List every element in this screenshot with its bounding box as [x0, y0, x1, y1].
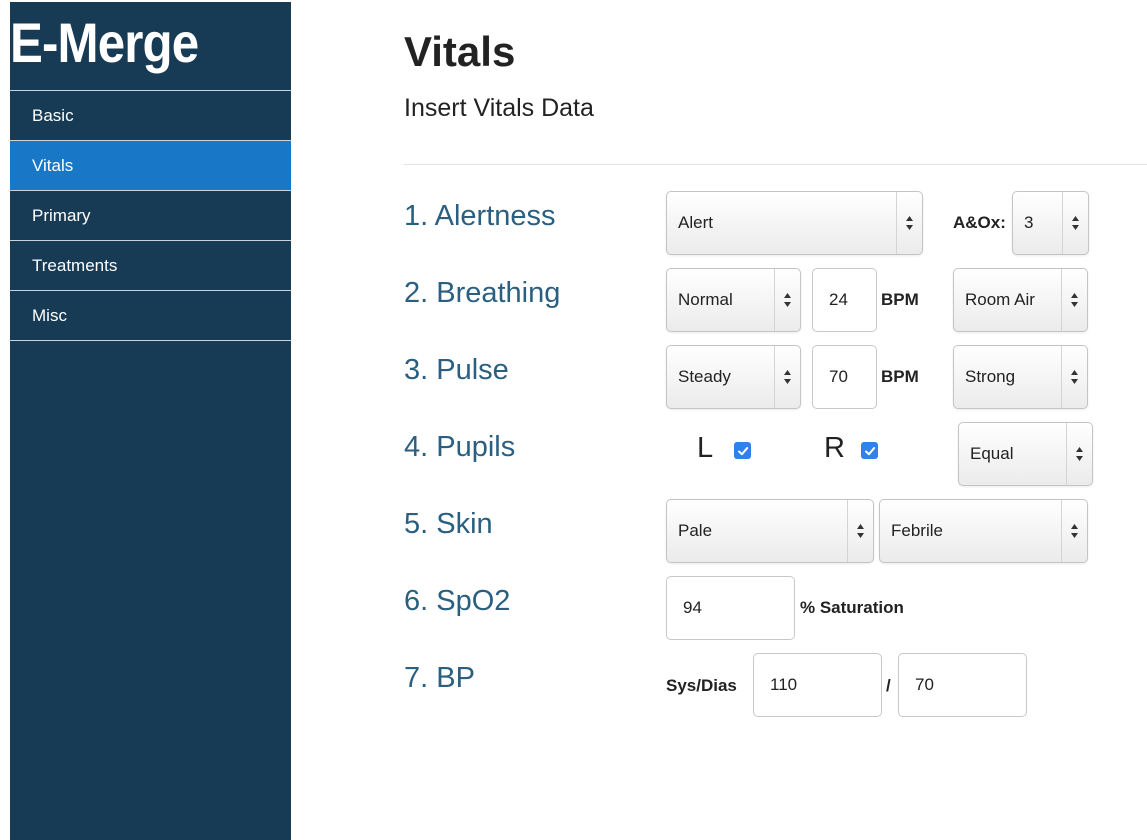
sidebar-item-primary[interactable]: Primary — [10, 191, 291, 241]
skin-color-value: Pale — [678, 521, 713, 540]
select-arrows-icon — [774, 346, 800, 408]
select-arrows-icon — [1066, 423, 1092, 485]
alertness-label: 1. Alertness — [404, 200, 556, 232]
sidebar-item-vitals[interactable]: Vitals — [10, 141, 291, 191]
select-arrows-icon — [774, 269, 800, 331]
skin-temperature-value: Febrile — [891, 521, 943, 540]
page-title: Vitals — [404, 28, 516, 75]
breathing-quality-select[interactable]: Normal — [666, 268, 801, 332]
bp-diastolic-input[interactable]: 70 — [898, 653, 1027, 717]
header-divider — [404, 164, 1147, 165]
pulse-rate-input[interactable]: 70 — [812, 345, 877, 409]
aox-select-value: 3 — [1024, 213, 1034, 232]
skin-temperature-select[interactable]: Febrile — [879, 499, 1088, 563]
pupil-right-label: R — [824, 432, 845, 464]
pulse-rate-unit: BPM — [881, 367, 919, 386]
select-arrows-icon — [896, 192, 922, 254]
pulse-rhythm-select[interactable]: Steady — [666, 345, 801, 409]
bp-separator: / — [886, 676, 891, 695]
checkmark-icon — [737, 446, 748, 455]
select-arrows-icon — [1061, 346, 1087, 408]
skin-color-select[interactable]: Pale — [666, 499, 874, 563]
pupils-label: 4. Pupils — [404, 431, 516, 463]
breathing-rate-unit: BPM — [881, 290, 919, 309]
pulse-strength-select[interactable]: Strong — [953, 345, 1088, 409]
spo2-label: 6. SpO2 — [404, 585, 511, 617]
select-arrows-icon — [1061, 269, 1087, 331]
alertness-select-value: Alert — [678, 213, 713, 232]
breathing-oxygen-select[interactable]: Room Air — [953, 268, 1088, 332]
pupil-left-checkbox[interactable] — [734, 442, 751, 459]
brand-name: E-Merge — [10, 11, 199, 74]
pulse-strength-value: Strong — [965, 367, 1016, 386]
aox-label: A&Ox: — [953, 213, 1006, 232]
checkmark-icon — [864, 446, 875, 455]
bp-unit-label: Sys/Dias — [666, 676, 737, 695]
select-arrows-icon — [1062, 192, 1088, 254]
brand-logo: E-Merge — [10, 2, 291, 91]
select-arrows-icon — [847, 500, 873, 562]
pulse-rhythm-value: Steady — [678, 367, 731, 386]
bp-label: 7. BP — [404, 662, 475, 694]
spo2-input[interactable]: 94 — [666, 576, 795, 640]
breathing-label: 2. Breathing — [404, 277, 561, 309]
pupil-left-label: L — [697, 432, 714, 464]
pupils-equality-select[interactable]: Equal — [958, 422, 1093, 486]
page-subtitle: Insert Vitals Data — [404, 94, 594, 122]
sidebar-item-misc[interactable]: Misc — [10, 291, 291, 341]
sidebar-item-basic[interactable]: Basic — [10, 91, 291, 141]
skin-label: 5. Skin — [404, 508, 493, 540]
sidebar: E-Merge Basic Vitals Primary Treatments … — [10, 2, 291, 840]
pulse-label: 3. Pulse — [404, 354, 509, 386]
bp-systolic-input[interactable]: 110 — [753, 653, 882, 717]
pupil-right-checkbox[interactable] — [861, 442, 878, 459]
select-arrows-icon — [1061, 500, 1087, 562]
breathing-oxygen-value: Room Air — [965, 290, 1035, 309]
aox-select[interactable]: 3 — [1012, 191, 1089, 255]
breathing-quality-value: Normal — [678, 290, 733, 309]
breathing-rate-input[interactable]: 24 — [812, 268, 877, 332]
spo2-unit: % Saturation — [800, 598, 904, 617]
alertness-select[interactable]: Alert — [666, 191, 923, 255]
pupils-equality-value: Equal — [970, 444, 1014, 463]
sidebar-item-treatments[interactable]: Treatments — [10, 241, 291, 291]
